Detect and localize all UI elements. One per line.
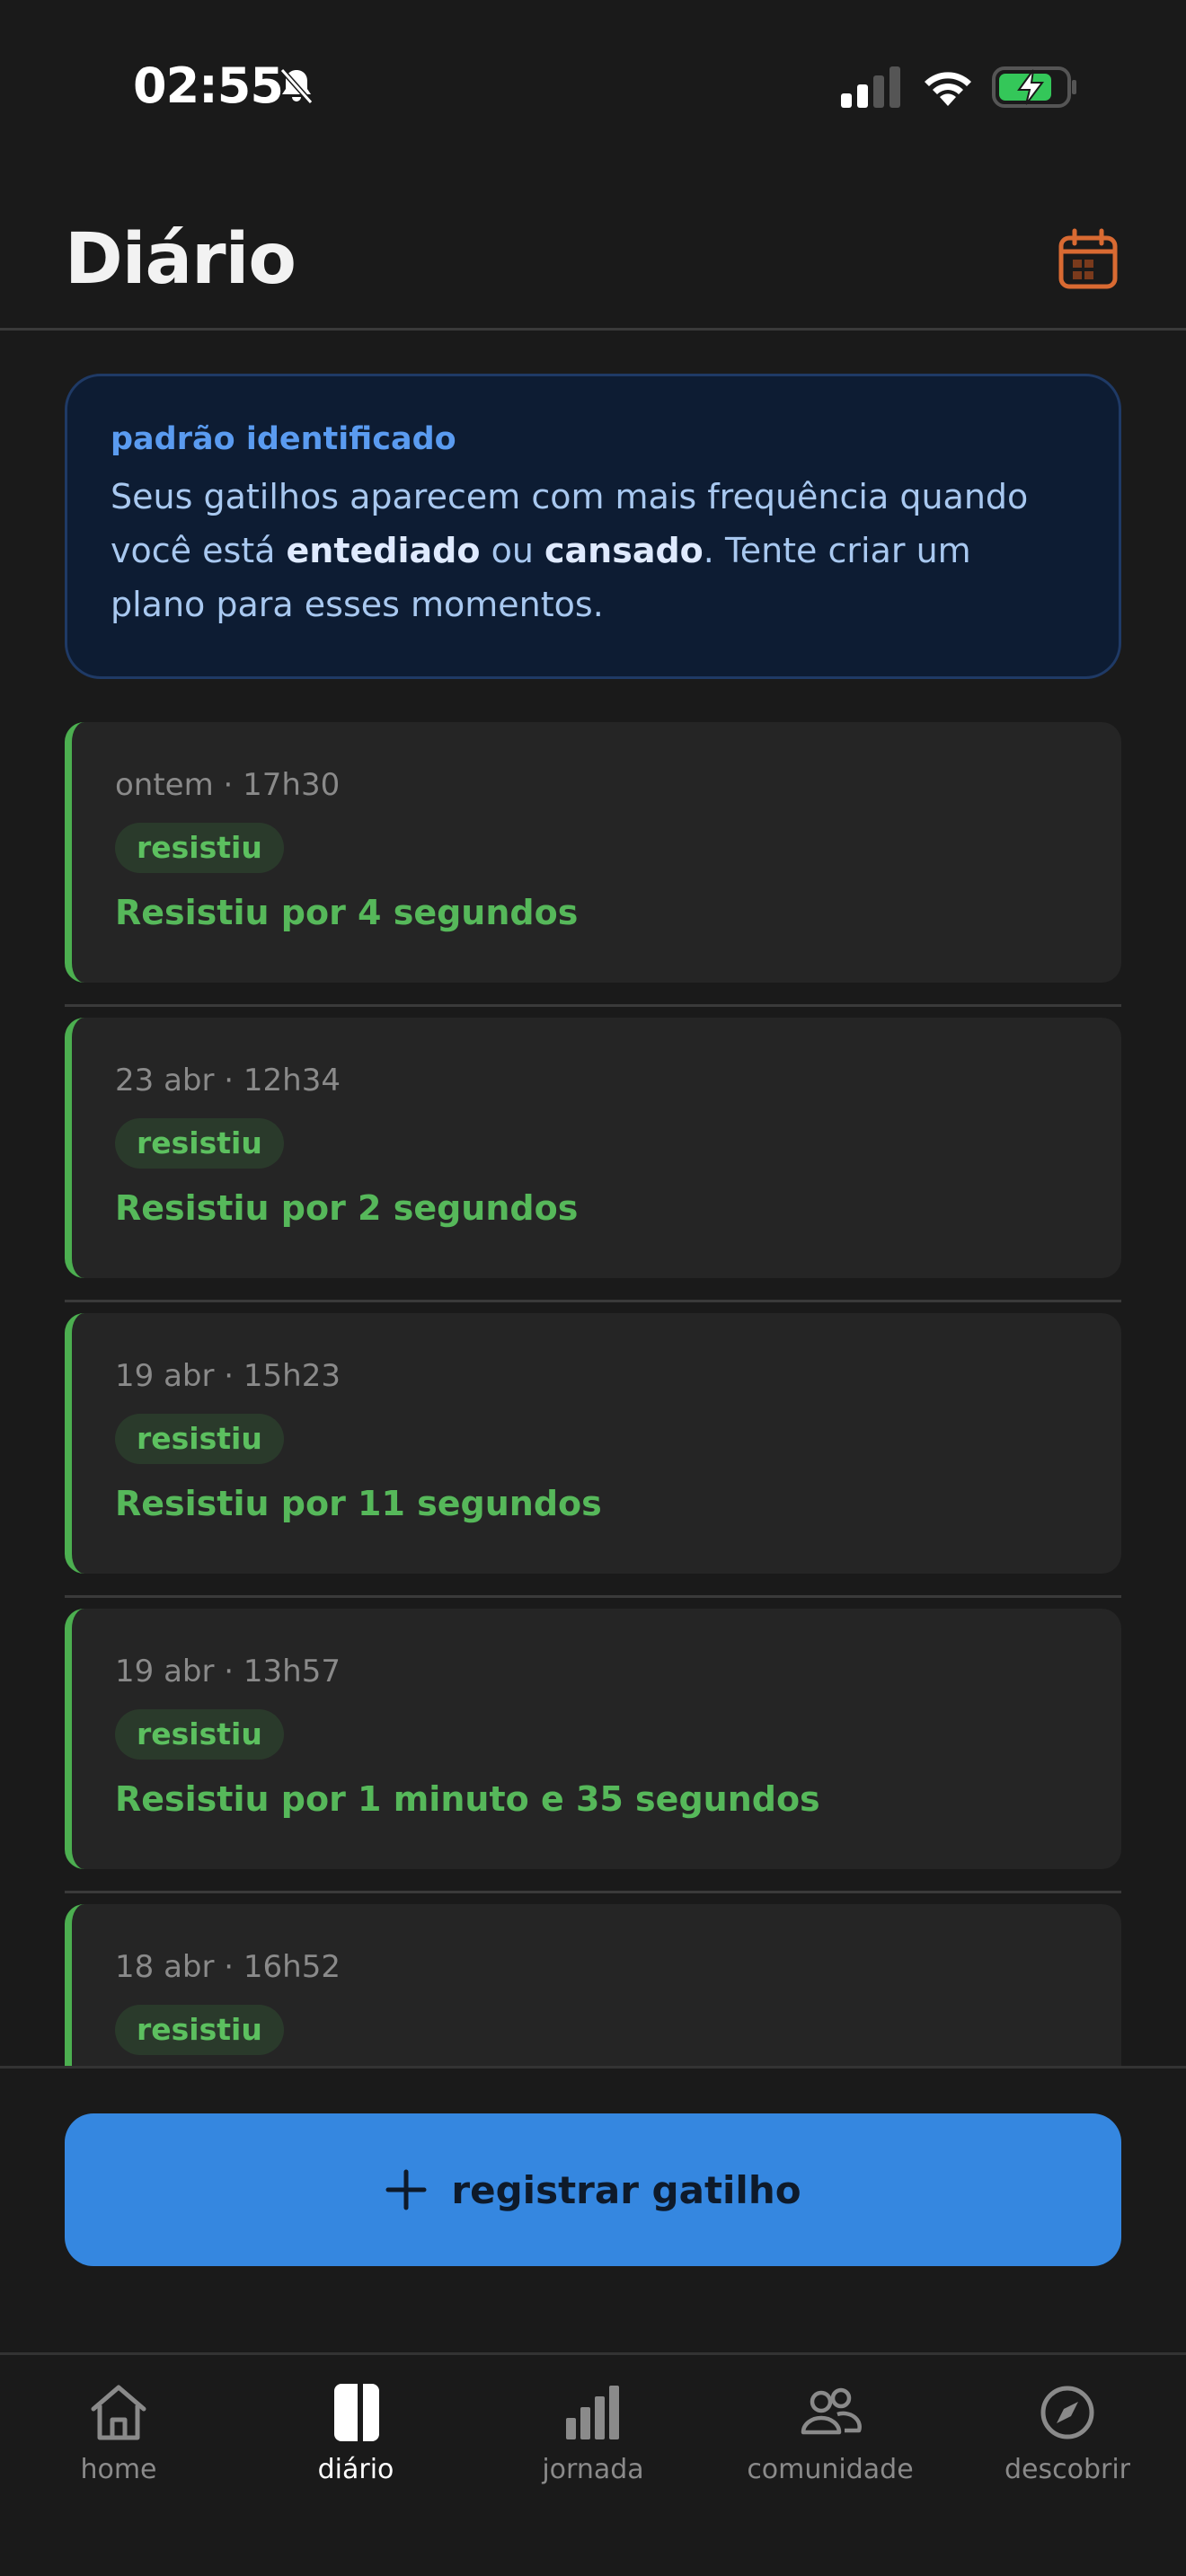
status-badge: resistiu xyxy=(115,1709,284,1760)
action-area: registrar gatilho xyxy=(0,2069,1186,2352)
entry-divider xyxy=(65,1595,1121,1598)
tab-label: descobrir xyxy=(1004,2454,1131,2485)
tab-comunidade[interactable]: comunidade xyxy=(731,2378,929,2522)
register-button-label: registrar gatilho xyxy=(451,2167,801,2212)
page-header: Diário xyxy=(0,162,1186,331)
plus-icon xyxy=(385,2169,427,2210)
entry-text: Resistiu por 2 segundos xyxy=(115,1188,579,1228)
tab-diario[interactable]: diário xyxy=(257,2378,455,2522)
tab-label: comunidade xyxy=(747,2454,914,2485)
app-screen: 02:55 Diário padrão identificado Seus ga… xyxy=(0,0,1186,2576)
pattern-label: padrão identificado xyxy=(111,421,456,457)
entry-text: Resistiu por 4 segundos xyxy=(115,893,579,932)
battery-charging-icon xyxy=(992,66,1076,108)
tab-jornada[interactable]: jornada xyxy=(494,2378,692,2522)
home-icon xyxy=(91,2385,146,2440)
signal-icon xyxy=(841,66,900,108)
entry-date: 19 abr · 13h57 xyxy=(115,1654,341,1689)
calendar-icon[interactable] xyxy=(1057,228,1120,291)
pattern-insight-card: padrão identificado Seus gatilhos aparec… xyxy=(65,374,1121,679)
entry-text: Resistiu por 11 segundos xyxy=(115,1484,602,1523)
pattern-text-part2: ou xyxy=(480,531,544,570)
status-badge: resistiu xyxy=(115,2005,284,2055)
pattern-emphasis-bored: entediado xyxy=(286,531,481,570)
entry-divider xyxy=(65,1891,1121,1893)
journal-icon xyxy=(334,2384,379,2441)
status-bar: 02:55 xyxy=(0,0,1186,162)
tab-label: jornada xyxy=(542,2454,644,2485)
pattern-text: Seus gatilhos aparecem com mais frequênc… xyxy=(111,470,1075,631)
entries-list: ontem · 17h30 resistiu Resistiu por 4 se… xyxy=(65,722,1121,2066)
entry-date: 23 abr · 12h34 xyxy=(115,1063,341,1098)
entry-divider xyxy=(65,1004,1121,1007)
entry-date: 19 abr · 15h23 xyxy=(115,1358,341,1394)
status-badge: resistiu xyxy=(115,1414,284,1464)
page-title: Diário xyxy=(65,219,296,300)
entry-card[interactable]: 19 abr · 13h57 resistiu Resistiu por 1 m… xyxy=(65,1609,1121,1869)
compass-icon xyxy=(1040,2386,1094,2439)
status-time: 02:55 xyxy=(133,57,284,114)
entry-card[interactable]: ontem · 17h30 resistiu Resistiu por 4 se… xyxy=(65,722,1121,983)
entry-divider xyxy=(65,1300,1121,1302)
register-trigger-button[interactable]: registrar gatilho xyxy=(65,2113,1121,2266)
bell-slash-icon xyxy=(279,68,314,104)
entry-text: Resistiu por 1 minuto e 35 segundos xyxy=(115,1779,820,1819)
tab-bar: home diário jornada comunidade descobrir xyxy=(0,2352,1186,2576)
wifi-icon xyxy=(925,72,971,106)
pattern-emphasis-tired: cansado xyxy=(544,531,704,570)
entry-card[interactable]: 19 abr · 15h23 resistiu Resistiu por 11 … xyxy=(65,1313,1121,1574)
status-badge: resistiu xyxy=(115,1118,284,1169)
tab-home[interactable]: home xyxy=(20,2378,217,2522)
tab-descobrir[interactable]: descobrir xyxy=(969,2378,1166,2522)
entry-date: 18 abr · 16h52 xyxy=(115,1949,341,1985)
bar-chart-icon xyxy=(566,2386,619,2439)
entry-card[interactable]: 18 abr · 16h52 resistiu xyxy=(65,1904,1121,2066)
tab-label: home xyxy=(80,2454,157,2485)
people-icon xyxy=(801,2387,862,2435)
status-badge: resistiu xyxy=(115,823,284,873)
tab-label: diário xyxy=(317,2454,394,2485)
entry-date: ontem · 17h30 xyxy=(115,767,341,803)
entry-card[interactable]: 23 abr · 12h34 resistiu Resistiu por 2 s… xyxy=(65,1018,1121,1278)
